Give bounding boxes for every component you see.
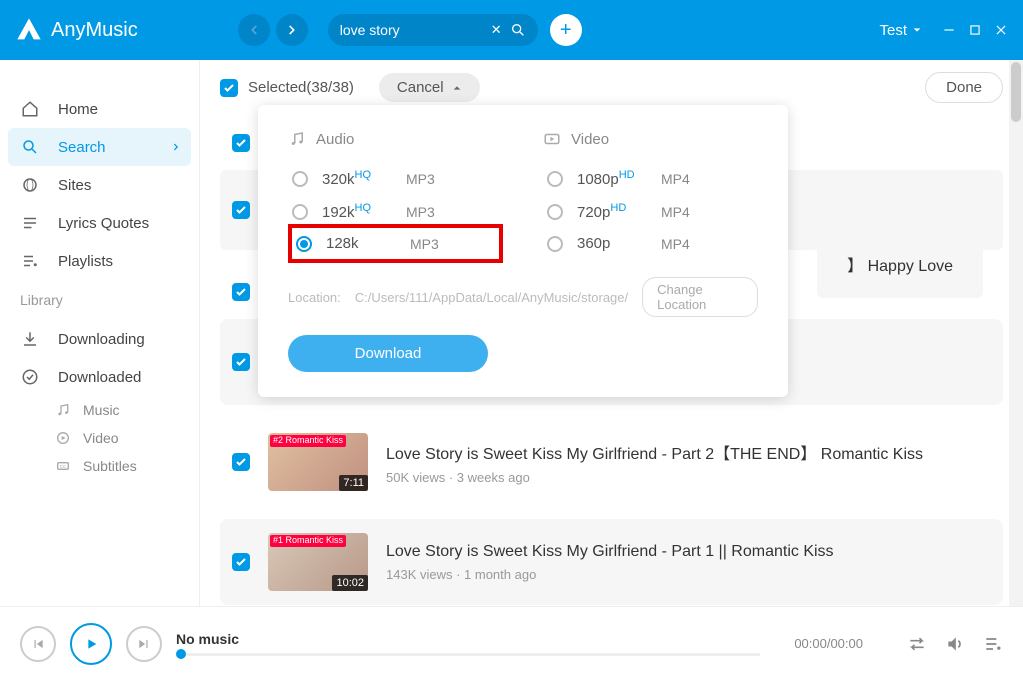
sidebar-item-lyrics[interactable]: Lyrics Quotes <box>0 204 199 242</box>
app-logo: AnyMusic <box>15 16 138 44</box>
radio-button[interactable] <box>547 236 563 252</box>
video-option-360p[interactable]: 360p MP4 <box>543 228 758 259</box>
audio-section-header: Audio <box>288 130 503 148</box>
radio-button[interactable] <box>292 204 308 220</box>
close-button[interactable] <box>994 23 1008 37</box>
music-icon <box>55 402 71 418</box>
sidebar-sub-subtitles[interactable]: CC Subtitles <box>0 452 199 480</box>
item-checkbox[interactable] <box>232 134 250 152</box>
sidebar-item-playlists[interactable]: Playlists <box>0 242 199 280</box>
downloading-icon <box>20 330 40 348</box>
seek-handle[interactable] <box>176 649 186 659</box>
location-path: C:/Users/111/AppData/Local/AnyMusic/stor… <box>355 290 628 305</box>
minimize-button[interactable] <box>942 23 956 37</box>
done-button[interactable]: Done <box>925 72 1003 103</box>
seek-bar[interactable] <box>176 653 760 656</box>
sidebar-item-downloading[interactable]: Downloading <box>0 320 199 358</box>
selected-count: Selected(38/38) <box>248 79 354 96</box>
library-header: Library <box>0 280 199 320</box>
player-time: 00:00/00:00 <box>794 636 863 651</box>
search-input[interactable]: love story ✕ <box>328 14 538 46</box>
sidebar-item-sites[interactable]: Sites <box>0 166 199 204</box>
chevron-right-icon <box>171 142 181 152</box>
thumbnail: #1 Romantic Kiss 10:02 <box>268 533 368 591</box>
result-meta: 143K views · 1 month ago <box>386 567 991 582</box>
thumbnail: #2 Romantic Kiss 7:11 <box>268 433 368 491</box>
cancel-button[interactable]: Cancel <box>379 73 480 102</box>
sites-icon <box>20 176 40 194</box>
back-button[interactable] <box>238 14 270 46</box>
result-item[interactable]: #1 Romantic Kiss 10:02 Love Story is Swe… <box>220 519 1003 605</box>
video-section-header: Video <box>543 130 758 148</box>
next-button[interactable] <box>126 626 162 662</box>
item-checkbox[interactable] <box>232 201 250 219</box>
location-label: Location: <box>288 290 341 305</box>
radio-button[interactable] <box>547 171 563 187</box>
audio-icon <box>288 130 306 148</box>
add-button[interactable]: + <box>550 14 582 46</box>
search-query: love story <box>340 22 400 38</box>
chevron-down-icon <box>912 25 922 35</box>
sidebar-item-downloaded[interactable]: Downloaded <box>0 358 199 396</box>
chevron-right-icon <box>285 23 299 37</box>
video-section-icon <box>543 130 561 148</box>
prev-button[interactable] <box>20 626 56 662</box>
partial-result-title: 】 Happy Love <box>817 230 983 298</box>
volume-icon[interactable] <box>945 634 965 654</box>
search-nav-icon <box>20 138 40 156</box>
radio-button[interactable] <box>296 236 312 252</box>
radio-button[interactable] <box>547 204 563 220</box>
change-location-button[interactable]: Change Location <box>642 277 758 317</box>
clear-search-icon[interactable]: ✕ <box>491 22 502 38</box>
item-checkbox[interactable] <box>232 553 250 571</box>
main-content: Selected(38/38) Cancel Done 】 Happy Love… <box>200 60 1023 606</box>
sidebar-sub-video[interactable]: Video <box>0 424 199 452</box>
downloaded-icon <box>20 368 40 386</box>
result-title: Love Story is Sweet Kiss My Girlfriend -… <box>386 440 991 464</box>
svg-text:CC: CC <box>60 464 67 469</box>
forward-button[interactable] <box>276 14 308 46</box>
maximize-button[interactable] <box>968 23 982 37</box>
queue-icon[interactable] <box>983 634 1003 654</box>
result-meta: 50K views · 3 weeks ago <box>386 470 991 485</box>
search-icon[interactable] <box>510 22 526 38</box>
logo-icon <box>15 16 43 44</box>
home-icon <box>20 100 40 118</box>
format-popover: Audio 320kHQ MP3 192kHQ MP3 128k <box>258 105 788 397</box>
video-icon <box>55 430 71 446</box>
repeat-icon[interactable] <box>907 634 927 654</box>
sidebar-item-search[interactable]: Search <box>8 128 191 166</box>
result-title: Love Story is Sweet Kiss My Girlfriend -… <box>386 543 991 561</box>
download-button[interactable]: Download <box>288 335 488 372</box>
audio-option-128k[interactable]: 128k MP3 <box>288 224 503 263</box>
playlists-icon <box>20 252 40 270</box>
title-bar: AnyMusic love story ✕ + Test <box>0 0 1023 60</box>
lyrics-icon <box>20 214 40 232</box>
scrollbar[interactable] <box>1009 60 1023 606</box>
sidebar-sub-music[interactable]: Music <box>0 396 199 424</box>
video-option-720p[interactable]: 720pHD MP4 <box>543 195 758 228</box>
chevron-up-icon <box>452 83 462 93</box>
result-item[interactable]: #2 Romantic Kiss 7:11 Love Story is Swee… <box>220 419 1003 505</box>
sidebar: Home Search Sites Lyrics Quotes Playlist… <box>0 60 200 606</box>
app-name: AnyMusic <box>51 19 138 42</box>
audio-option-320k[interactable]: 320kHQ MP3 <box>288 162 503 195</box>
chevron-left-icon <box>247 23 261 37</box>
video-option-1080p[interactable]: 1080pHD MP4 <box>543 162 758 195</box>
select-all-checkbox[interactable] <box>220 79 238 97</box>
play-button[interactable] <box>70 623 112 665</box>
player-bar: No music 00:00/00:00 <box>0 606 1023 680</box>
item-checkbox[interactable] <box>232 353 250 371</box>
subtitles-icon: CC <box>55 458 71 474</box>
radio-button[interactable] <box>292 171 308 187</box>
item-checkbox[interactable] <box>232 283 250 301</box>
scrollbar-thumb[interactable] <box>1011 62 1021 122</box>
test-dropdown[interactable]: Test <box>879 22 922 39</box>
sidebar-item-home[interactable]: Home <box>0 90 199 128</box>
item-checkbox[interactable] <box>232 453 250 471</box>
now-playing-title: No music <box>176 631 760 647</box>
